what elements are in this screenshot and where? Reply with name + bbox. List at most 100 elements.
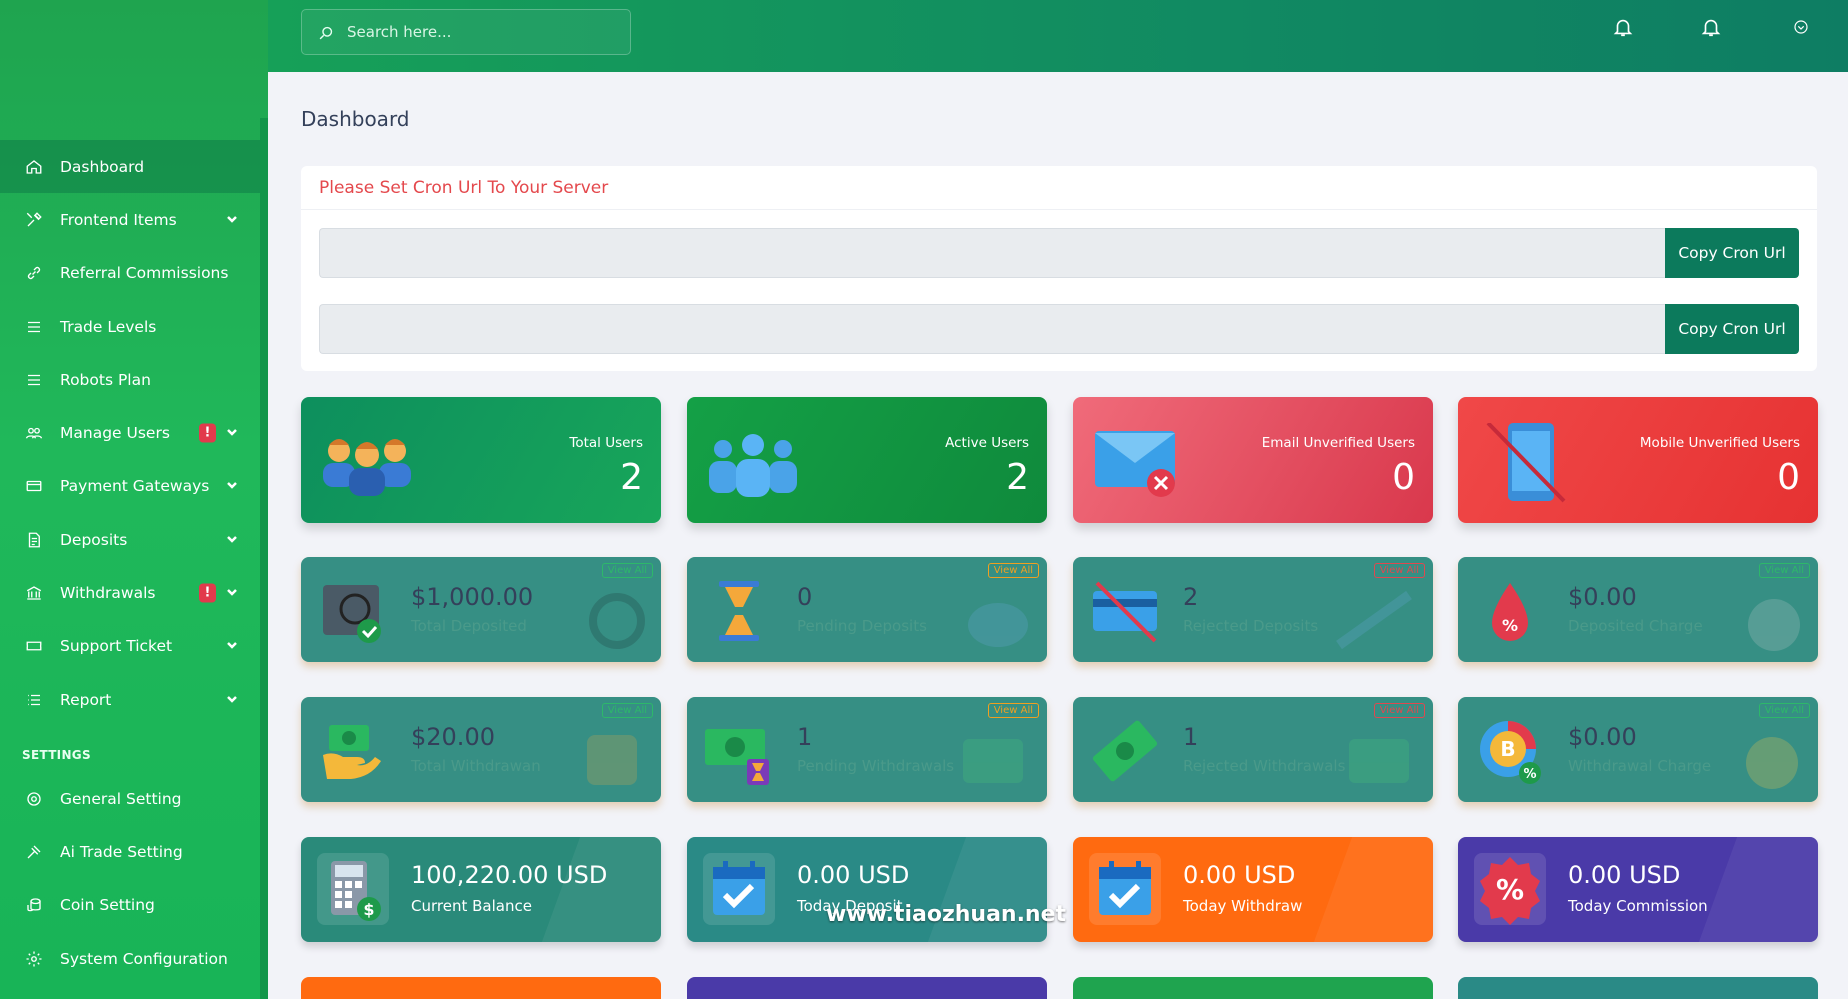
home-icon <box>24 157 44 177</box>
current-balance-card[interactable]: $ 100,220.00 USD Current Balance <box>301 837 661 942</box>
list-icon <box>24 317 44 337</box>
bell-icon[interactable] <box>1698 14 1724 40</box>
sidebar-scrollbar[interactable] <box>260 118 268 999</box>
view-all-button[interactable]: View All <box>1758 703 1810 718</box>
stat-value: 1 <box>1183 723 1199 751</box>
total-deposited-card[interactable]: $1,000.00 Total Deposited View All <box>301 557 661 662</box>
sidebar-item-frontend-items[interactable]: Frontend Items <box>0 193 260 246</box>
sidebar-item-support-ticket[interactable]: Support Ticket <box>0 620 260 673</box>
safe-check-icon <box>323 585 381 643</box>
sidebar-item-coin-setting[interactable]: Coin Setting <box>0 879 260 932</box>
view-all-button[interactable]: View All <box>601 703 653 718</box>
view-all-button[interactable]: View All <box>987 703 1039 718</box>
money-disabled-icon <box>1092 720 1158 782</box>
report-list-icon <box>24 690 44 710</box>
pending-deposits-card[interactable]: 0 Pending Deposits View All <box>687 557 1047 662</box>
sidebar-item-manage-users[interactable]: Manage Users ! <box>0 406 260 459</box>
sidebar-item-deposits[interactable]: Deposits <box>0 513 260 566</box>
sidebar-nav: Dashboard Frontend Items Referral Commis… <box>0 140 260 726</box>
sidebar-item-label: System Configuration <box>60 949 228 968</box>
cron-url-field[interactable] <box>319 228 1665 278</box>
cron-card: Please Set Cron Url To Your Server Copy … <box>301 166 1817 371</box>
bell-icon[interactable] <box>1610 14 1636 40</box>
copy-cron-url-button[interactable]: Copy Cron Url <box>1665 228 1799 278</box>
stub-card <box>687 977 1047 999</box>
stat-value: $0.00 <box>1568 723 1637 751</box>
view-all-button[interactable]: View All <box>1373 703 1425 718</box>
today-withdraw-card[interactable]: 0.00 USD Today Withdraw <box>1073 837 1433 942</box>
calculator-dollar-icon: $ <box>317 853 389 925</box>
alert-badge: ! <box>199 423 216 443</box>
sidebar-item-label: General Setting <box>60 789 182 808</box>
safe-icon <box>589 593 645 649</box>
sidebar-item-general-setting[interactable]: General Setting <box>0 772 260 825</box>
cron-url-field[interactable] <box>319 304 1665 354</box>
coins-icon <box>24 895 44 915</box>
chevron-down-icon <box>226 531 238 549</box>
sidebar-item-label: Payment Gateways <box>60 477 210 496</box>
sidebar-item-system-configuration[interactable]: System Configuration <box>0 932 260 985</box>
summary-value: 0.00 USD <box>797 861 910 889</box>
sidebar-item-label: Robots Plan <box>60 370 151 389</box>
view-all-button[interactable]: View All <box>1373 563 1425 578</box>
rejected-withdrawals-card[interactable]: 1 Rejected Withdrawals View All <box>1073 697 1433 802</box>
cron-url-row: Copy Cron Url <box>319 228 1799 278</box>
search-input[interactable] <box>347 23 607 41</box>
summary-label: Current Balance <box>411 897 532 915</box>
chevron-down-icon <box>226 211 238 229</box>
svg-text:%: % <box>1523 767 1536 782</box>
sidebar-item-dashboard[interactable]: Dashboard <box>0 140 260 194</box>
today-commission-card[interactable]: % 0.00 USD Today Commission <box>1458 837 1818 942</box>
sidebar-item-label: Withdrawals <box>60 584 156 603</box>
summary-value: 0.00 USD <box>1183 861 1296 889</box>
pending-withdrawals-card[interactable]: 1 Pending Withdrawals View All <box>687 697 1047 802</box>
link-icon <box>24 263 44 283</box>
credit-card-icon <box>1336 590 1412 650</box>
sidebar-item-label: Manage Users <box>60 424 170 443</box>
summary-label: Today Withdraw <box>1183 897 1303 915</box>
copy-cron-url-button[interactable]: Copy Cron Url <box>1665 304 1799 354</box>
total-withdrawan-card[interactable]: $20.00 Total Withdrawan View All <box>301 697 661 802</box>
stat-value: $0.00 <box>1568 583 1637 611</box>
view-all-button[interactable]: View All <box>1758 563 1810 578</box>
stat-label: Pending Withdrawals <box>797 757 955 775</box>
user-menu-icon[interactable] <box>1788 14 1814 40</box>
sidebar-item-referral-commissions[interactable]: Referral Commissions <box>0 247 260 300</box>
stub-card <box>301 977 661 999</box>
sidebar-item-withdrawals[interactable]: Withdrawals ! <box>0 566 260 619</box>
search-box[interactable] <box>301 9 631 55</box>
mobile-unverified-users-card[interactable]: Mobile Unverified Users 0 <box>1458 397 1818 523</box>
ticket-icon <box>24 636 44 656</box>
email-x-icon <box>1095 431 1175 497</box>
stub-card <box>1073 977 1433 999</box>
settings-section-label: SETTINGS <box>22 748 91 762</box>
withdrawal-charge-card[interactable]: B % $0.00 Withdrawal Charge View All <box>1458 697 1818 802</box>
email-unverified-users-card[interactable]: Email Unverified Users 0 <box>1073 397 1433 523</box>
percent-icon <box>1748 599 1800 651</box>
sidebar-item-trade-levels[interactable]: Trade Levels <box>0 300 260 353</box>
percent-drop-icon: % <box>1492 583 1528 641</box>
rejected-deposits-card[interactable]: 2 Rejected Deposits View All <box>1073 557 1433 662</box>
active-users-card[interactable]: Active Users 2 <box>687 397 1047 523</box>
summary-value: 100,220.00 USD <box>411 861 608 889</box>
deposited-charge-card[interactable]: % $0.00 Deposited Charge View All <box>1458 557 1818 662</box>
stat-label: Deposited Charge <box>1568 617 1703 635</box>
users-icon <box>24 423 44 443</box>
sidebar-item-payment-gateways[interactable]: Payment Gateways <box>0 460 260 513</box>
calendar-check-icon <box>703 853 775 925</box>
sidebar-item-label: Trade Levels <box>60 317 157 336</box>
money-hourglass-icon <box>705 729 769 785</box>
sidebar-item-robots-plan[interactable]: Robots Plan <box>0 353 260 406</box>
sidebar-item-label: Ai Trade Setting <box>60 842 183 861</box>
stat-value: 0 <box>1777 457 1800 498</box>
total-users-card[interactable]: Total Users 2 <box>301 397 661 523</box>
hand-money-icon <box>323 725 381 779</box>
stat-value: 1 <box>797 723 813 751</box>
sidebar-item-ai-trade-setting[interactable]: Ai Trade Setting <box>0 825 260 878</box>
stat-label: Rejected Deposits <box>1183 617 1319 635</box>
view-all-button[interactable]: View All <box>601 563 653 578</box>
view-all-button[interactable]: View All <box>987 563 1039 578</box>
credit-card-disabled-icon <box>1093 581 1157 643</box>
sidebar-item-report[interactable]: Report <box>0 673 260 726</box>
cron-heading: Please Set Cron Url To Your Server <box>301 166 1817 210</box>
